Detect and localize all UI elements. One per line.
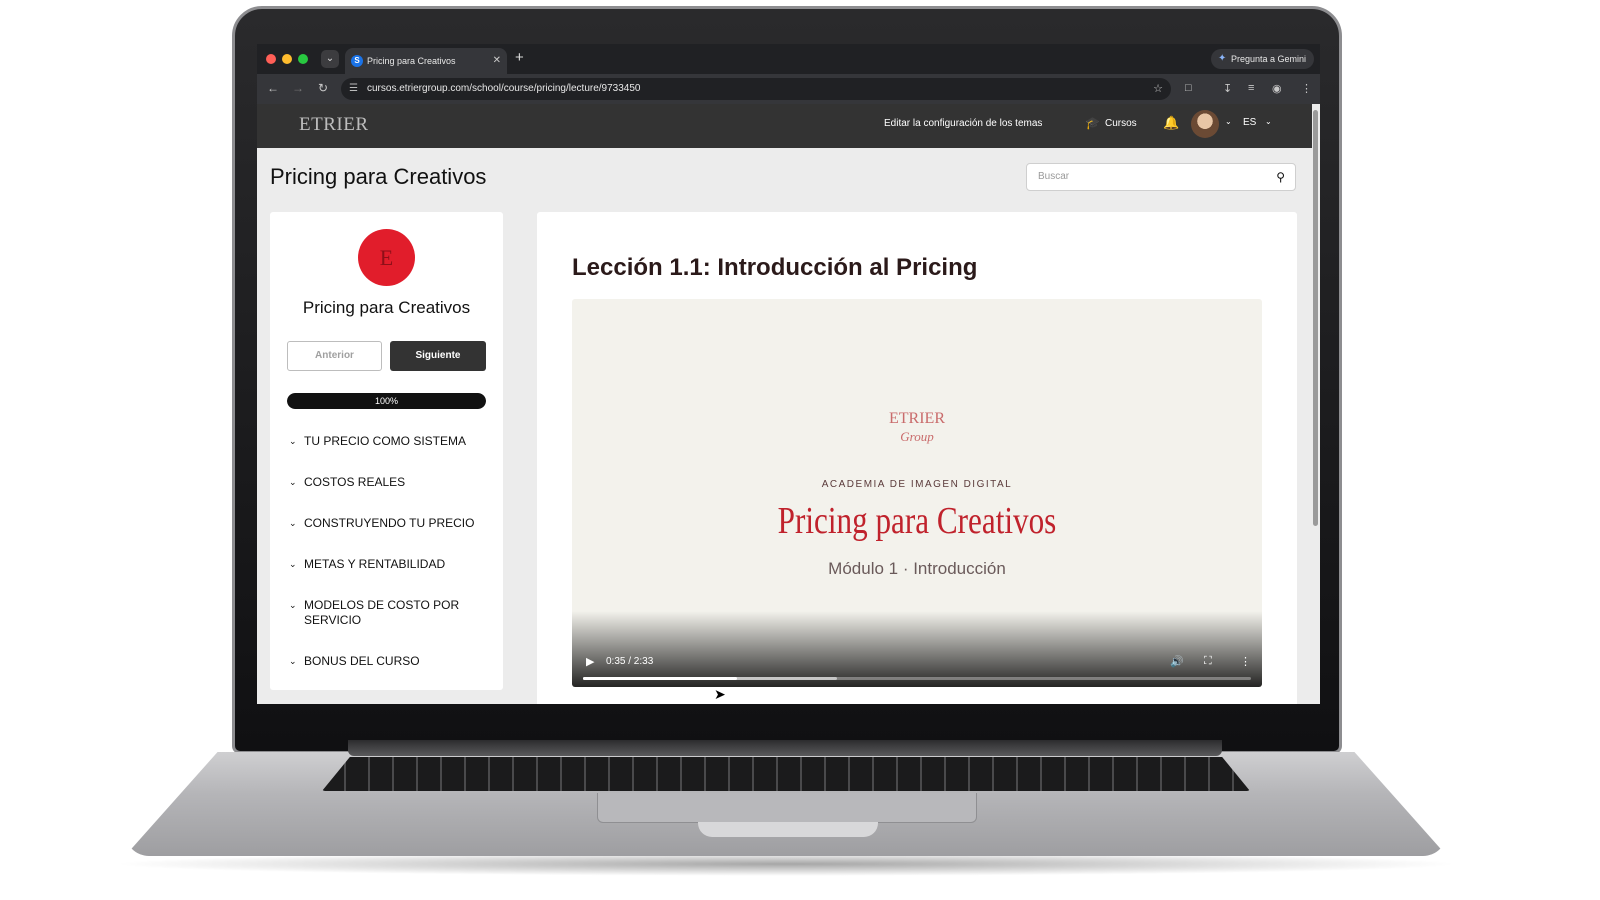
mouse-cursor-icon: ➤ xyxy=(714,686,726,702)
video-academy-label: ACADEMIA DE IMAGEN DIGITAL xyxy=(821,479,1013,490)
page-scrollbar[interactable] xyxy=(1313,110,1318,526)
reload-icon[interactable]: ↻ xyxy=(318,81,328,95)
next-button[interactable]: Siguiente xyxy=(390,341,486,371)
video-brand-sub: Group xyxy=(900,429,934,444)
video-time: 0:35 / 2:33 xyxy=(606,656,654,667)
minimize-window-icon[interactable] xyxy=(282,54,292,64)
forward-icon[interactable]: → xyxy=(292,81,304,95)
course-name: Pricing para Creativos xyxy=(302,298,471,317)
laptop-keyboard xyxy=(322,757,1250,791)
video-controls: ▶ 0:35 / 2:33 🔊 ⛶ ⋮ xyxy=(572,611,1262,687)
site-logo[interactable]: ETRIER xyxy=(299,114,369,136)
gemini-label: Pregunta a Gemini xyxy=(1230,54,1306,64)
back-icon[interactable]: ← xyxy=(267,81,279,95)
chrome-menu-icon[interactable]: ⋮ xyxy=(1301,82,1312,95)
chevron-down-icon[interactable]: ⌄ xyxy=(1225,117,1232,126)
module-label: CONSTRUYENDO TU PRECIO xyxy=(304,516,475,530)
lesson-title: Lección 1.1: Introducción al Pricing xyxy=(572,254,978,281)
module-item[interactable]: ⌄ TU PRECIO COMO SISTEMA xyxy=(289,434,489,449)
course-logo: E xyxy=(358,229,415,286)
language-selector[interactable]: ES xyxy=(1243,117,1256,128)
chevron-down-icon: ⌄ xyxy=(289,600,297,610)
gemini-sparkle-icon: ✦ xyxy=(1217,53,1227,64)
maximize-window-icon[interactable] xyxy=(298,54,308,64)
new-tab-icon[interactable]: + xyxy=(515,48,524,68)
module-label: TU PRECIO COMO SISTEMA xyxy=(304,434,467,448)
progress-label: 100% xyxy=(374,396,399,406)
course-sidebar: E Pricing para Creativos Anterior Siguie… xyxy=(270,212,503,690)
play-icon[interactable]: ▶ xyxy=(586,655,594,668)
video-title: Pricing para Creativos xyxy=(777,500,1057,542)
profile-icon[interactable]: ◉ xyxy=(1272,82,1282,95)
module-item[interactable]: ⌄ COSTOS REALES xyxy=(289,475,489,490)
chevron-down-icon[interactable]: ⌄ xyxy=(1265,117,1272,126)
gemini-button[interactable]: ✦ Pregunta a Gemini xyxy=(1210,49,1314,69)
courses-link[interactable]: Cursos xyxy=(1105,118,1137,129)
chevron-down-icon: ⌄ xyxy=(289,477,297,487)
volume-icon[interactable]: 🔊 xyxy=(1170,655,1184,668)
video-brand-logo: ETRIER xyxy=(889,410,945,427)
progress-bar: 100% xyxy=(287,393,486,409)
module-label: BONUS DEL CURSO xyxy=(304,654,420,668)
page-title: Pricing para Creativos xyxy=(270,164,487,189)
laptop-trackpad xyxy=(597,793,977,823)
laptop-lip xyxy=(698,822,878,837)
lesson-panel: Lección 1.1: Introducción al Pricing ETR… xyxy=(537,212,1297,704)
chevron-down-icon: ⌄ xyxy=(289,518,297,528)
search-icon[interactable]: ⚲ xyxy=(1276,164,1285,190)
module-label: COSTOS REALES xyxy=(304,475,406,489)
module-label: METAS Y RENTABILIDAD xyxy=(304,557,446,571)
chevron-down-icon: ⌄ xyxy=(289,559,297,569)
browser-toolbar: ← → ↻ ☰ cursos.etriergroup.com/school/co… xyxy=(257,74,1320,104)
search-placeholder: Buscar xyxy=(1038,171,1070,182)
video-module-label: Módulo 1 · Introducción xyxy=(828,559,1006,578)
chevron-down-icon: ⌄ xyxy=(289,656,297,666)
module-item[interactable]: ⌄ MODELOS DE COSTO POR SERVICIO xyxy=(289,598,489,628)
avatar[interactable] xyxy=(1191,110,1219,138)
seek-bar[interactable] xyxy=(583,677,1251,680)
chevron-down-icon: ⌄ xyxy=(289,436,297,446)
tab-search-icon[interactable]: ⌄ xyxy=(321,50,339,68)
more-options-icon[interactable]: ⋮ xyxy=(1240,655,1251,668)
site-header: ETRIER Editar la configuración de los te… xyxy=(257,104,1312,148)
tab-title: Pricing para Creativos xyxy=(367,56,456,66)
notification-bell-icon[interactable]: 🔔 xyxy=(1163,115,1179,131)
browser-tab[interactable]: S Pricing para Creativos ✕ xyxy=(345,48,507,74)
previous-button[interactable]: Anterior xyxy=(287,341,382,371)
search-input[interactable]: Buscar ⚲ xyxy=(1026,163,1296,191)
browser-tabbar: ⌄ S Pricing para Creativos ✕ + ✦ Pregunt… xyxy=(257,44,1320,74)
module-item[interactable]: ⌄ BONUS DEL CURSO xyxy=(289,654,489,669)
fullscreen-icon[interactable]: ⛶ xyxy=(1204,655,1212,668)
laptop-screen: ⌄ S Pricing para Creativos ✕ + ✦ Pregunt… xyxy=(257,44,1320,704)
module-item[interactable]: ⌄ METAS Y RENTABILIDAD xyxy=(289,557,489,572)
extensions-icon[interactable]: □ xyxy=(1185,82,1192,94)
reading-list-icon[interactable]: ≡ xyxy=(1248,82,1254,94)
graduation-cap-icon: 🎓 xyxy=(1085,116,1100,130)
laptop-hinge xyxy=(348,740,1222,756)
edit-theme-link[interactable]: Editar la configuración de los temas xyxy=(884,118,1042,129)
tab-close-icon[interactable]: ✕ xyxy=(493,48,501,74)
bookmark-star-icon[interactable]: ☆ xyxy=(1153,78,1163,100)
module-item[interactable]: ⌄ CONSTRUYENDO TU PRECIO xyxy=(289,516,489,531)
module-list: ⌄ TU PRECIO COMO SISTEMA ⌄ COSTOS REALES ⌄… xyxy=(289,434,489,695)
seek-played xyxy=(583,677,737,680)
favicon-icon: S xyxy=(351,55,363,67)
video-player[interactable]: ETRIER Group ACADEMIA DE IMAGEN DIGITAL … xyxy=(572,299,1262,687)
module-label: MODELOS DE COSTO POR SERVICIO xyxy=(304,598,460,627)
close-window-icon[interactable] xyxy=(266,54,276,64)
url-text: cursos.etriergroup.com/school/course/pri… xyxy=(367,83,641,94)
address-bar[interactable]: ☰ cursos.etriergroup.com/school/course/p… xyxy=(341,78,1171,100)
download-icon[interactable]: ↧ xyxy=(1223,82,1232,95)
site-info-icon[interactable]: ☰ xyxy=(349,78,358,100)
